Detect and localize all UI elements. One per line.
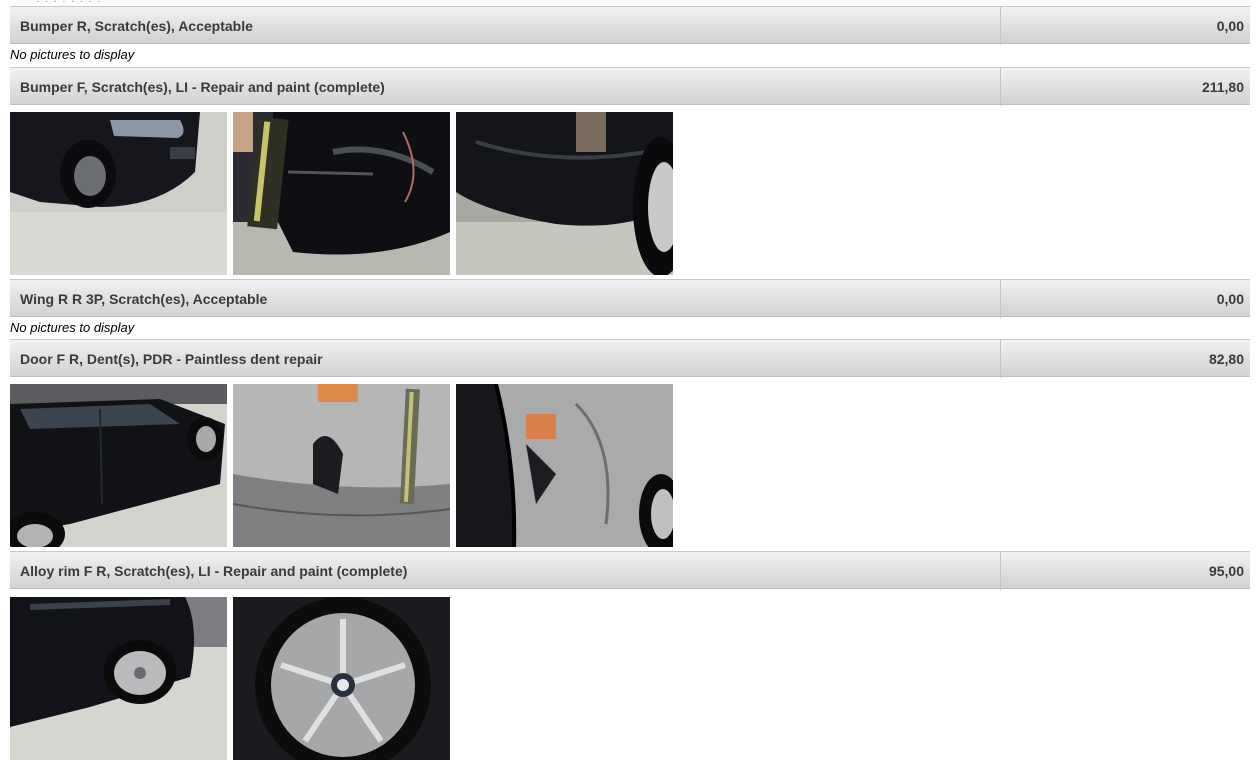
damage-item-label: Wing R R 3P, Scratch(es), Acceptable (20, 291, 268, 307)
damage-item-row[interactable]: Wing R R 3P, Scratch(es), Acceptable 0,0… (10, 279, 1250, 318)
damage-item-row[interactable]: Bumper R, Scratch(es), Acceptable 0,00 (10, 6, 1250, 45)
clipped-previous-row: · · · · · · · · (36, 0, 102, 2)
damage-item-row[interactable]: Door F R, Dent(s), PDR - Paintless dent … (10, 339, 1250, 378)
damage-photo-alloy-rim-overview[interactable] (10, 597, 227, 760)
damage-photo-door-dent-closeup[interactable] (456, 384, 673, 547)
column-divider (1000, 7, 1001, 45)
damage-photo-bumper-front-measure-closeup[interactable] (233, 112, 450, 275)
damage-item-row[interactable]: Bumper F, Scratch(es), LI - Repair and p… (10, 67, 1250, 106)
no-pictures-message: No pictures to display (10, 47, 135, 62)
damage-photo-bumper-front-overview[interactable] (10, 112, 227, 275)
damage-item-amount: 211,80 (1201, 79, 1244, 95)
damage-item-label: Door F R, Dent(s), PDR - Paintless dent … (20, 351, 323, 367)
damage-item-amount: 82,80 (1208, 351, 1244, 367)
damage-item-label: Bumper R, Scratch(es), Acceptable (20, 18, 253, 34)
damage-photo-door-dent-measure-closeup[interactable] (233, 384, 450, 547)
no-pictures-message: No pictures to display (10, 320, 135, 335)
column-divider (1000, 340, 1001, 378)
damage-item-label: Alloy rim F R, Scratch(es), LI - Repair … (20, 563, 408, 579)
damage-photo-bumper-front-closeup[interactable] (456, 112, 673, 275)
damage-photo-door-front-right-overview[interactable] (10, 384, 227, 547)
damage-photo-alloy-rim-closeup[interactable] (233, 597, 450, 760)
damage-item-label: Bumper F, Scratch(es), LI - Repair and p… (20, 79, 385, 95)
damage-item-row[interactable]: Alloy rim F R, Scratch(es), LI - Repair … (10, 551, 1250, 590)
damage-item-amount: 0,00 (1216, 291, 1244, 307)
column-divider (1000, 552, 1001, 590)
damage-item-amount: 0,00 (1216, 18, 1244, 34)
column-divider (1000, 280, 1001, 318)
damage-item-amount: 95,00 (1208, 563, 1244, 579)
column-divider (1000, 68, 1001, 106)
